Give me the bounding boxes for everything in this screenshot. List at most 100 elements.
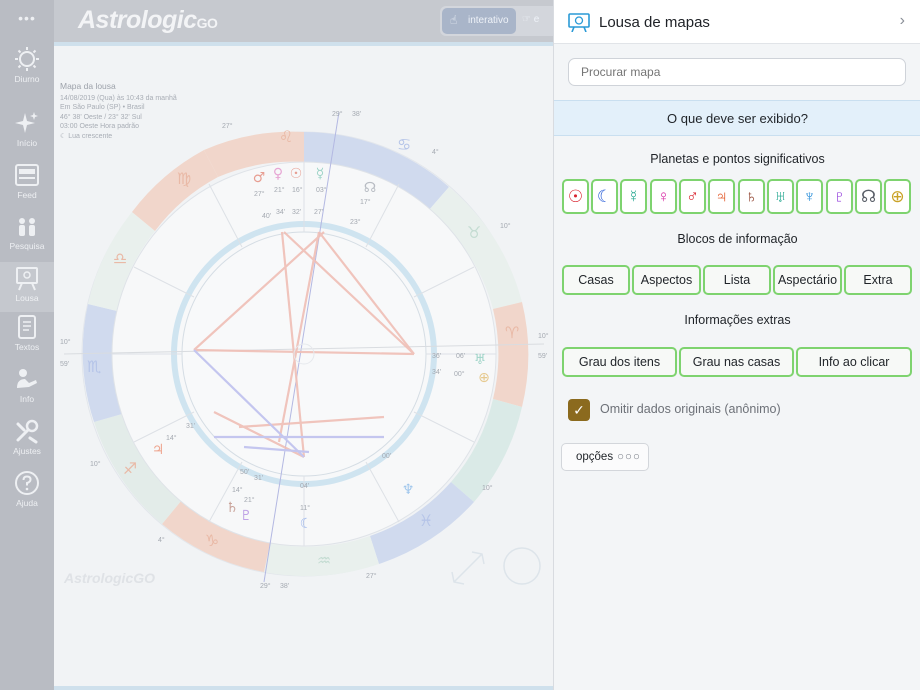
pluto-icon: ♇ (240, 508, 253, 524)
toggle-fortune[interactable]: ⊕ (884, 179, 911, 214)
planet-minute-label: 40' (262, 213, 271, 220)
help-icon (15, 471, 39, 495)
sidebar-item-diurno[interactable]: Diurno (0, 46, 54, 84)
planet-minute-label: 06' (456, 353, 465, 360)
block-extra-button[interactable]: Extra (844, 265, 912, 295)
options-button[interactable]: opções ○○○ (561, 443, 649, 471)
ic-minute-label: 59' (538, 353, 547, 360)
planet-minute-label: 00' (382, 453, 391, 460)
mc-minute-label: 59' (60, 361, 69, 368)
mode-other-button[interactable]: ☞ e (522, 14, 539, 25)
sidebar-item-textos[interactable]: Textos (0, 314, 54, 352)
chart-watermark: AstrologicGO (64, 570, 156, 586)
anonymous-option[interactable]: ✓ Omitir dados originais (anônimo) (568, 398, 908, 422)
sparkle-icon (15, 112, 38, 133)
extra-info-clicar-button[interactable]: Info ao clicar (796, 347, 912, 377)
more-dots-icon: ○○○ (617, 451, 641, 463)
toggle-pluto[interactable]: ♇ (826, 179, 853, 214)
cusp-degree-label: 10° (482, 484, 493, 492)
planet-degree-label: 00° (454, 370, 465, 378)
mode-interativo-button[interactable]: ☝ interativo (442, 8, 516, 34)
toggle-mercury[interactable]: ☿ (620, 179, 647, 214)
planet-degree-label: 27° (254, 190, 265, 198)
extra-grau-itens-button[interactable]: Grau dos itens (562, 347, 677, 377)
mercury-icon: ☿ (316, 166, 325, 182)
fortune-icon: ⊕ (890, 187, 905, 206)
astrology-wheel[interactable]: 29° 38' 29° 38' 10° 59' 10° 59' 27° 4° 1… (54, 42, 554, 690)
venus-icon: ♀ (657, 187, 670, 206)
block-aspectario-button[interactable]: Aspectário (773, 265, 842, 295)
planet-minute-label: 50' (240, 469, 249, 476)
planet-degree-label: 17° (360, 198, 371, 206)
asc-degree-label: 29° (332, 110, 343, 118)
planet-minute-label: 27' (314, 209, 323, 216)
sidebar-item-label: Lousa (15, 293, 39, 303)
display-options-header: O que deve ser exibido? (554, 100, 920, 136)
saturn-icon: ♄ (745, 187, 758, 206)
sidebar-item-label: Ajustes (13, 446, 41, 456)
easel-icon (16, 267, 38, 291)
search-chart-input[interactable] (568, 58, 906, 86)
libra-icon: ♎ (113, 249, 127, 268)
asc-minute-label: 38' (352, 111, 361, 118)
toggle-node[interactable]: ☊ (855, 179, 882, 214)
sidebar-item-pesquisa[interactable]: Pesquisa (0, 213, 54, 251)
neptune-icon: ♆ (402, 482, 415, 498)
sidebar-item-lousa[interactable]: Lousa (0, 262, 54, 312)
cancer-icon: ♋ (397, 135, 411, 154)
toggle-venus[interactable]: ♀ (650, 179, 677, 214)
taurus-icon: ♉ (467, 223, 481, 242)
sidebar-item-ajustes[interactable]: Ajustes (0, 418, 54, 456)
mercury-icon: ☿ (627, 187, 640, 206)
chart-canvas[interactable]: Mapa da lousa 14/08/2019 (Qua) às 10:43 … (54, 42, 554, 690)
sidebar-item-label: Pesquisa (9, 241, 45, 251)
sidebar-item-feed[interactable]: Feed (0, 162, 54, 200)
toggle-uranus[interactable]: ♅ (767, 179, 794, 214)
block-casas-button[interactable]: Casas (562, 265, 630, 295)
mars-icon: ♂ (686, 187, 699, 206)
node-icon: ☊ (860, 187, 877, 206)
neptune-icon: ♆ (803, 187, 816, 206)
anonymous-checkbox[interactable]: ✓ (568, 399, 590, 421)
extra-grau-casas-button[interactable]: Grau nas casas (679, 347, 794, 377)
pisces-icon: ♓ (419, 511, 433, 530)
block-aspectos-button[interactable]: Aspectos (632, 265, 701, 295)
app-logo: AstrologicGO (78, 6, 218, 34)
moon-icon: ☾ (596, 187, 613, 206)
sidebar: ••• Diurno Início Feed Pesquisa Lousa Te… (0, 0, 54, 690)
more-icon[interactable]: ••• (0, 10, 54, 26)
ic-degree-label: 10° (538, 332, 549, 340)
cusp-degree-label: 27° (366, 572, 377, 580)
planet-toggle-row: ☉ ☾ ☿ ♀ ♂ ♃ ♄ ♅ ♆ ♇ ☊ ⊕ (562, 179, 914, 215)
cusp-degree-label: 4° (432, 148, 439, 156)
canvas-bottom-border (54, 686, 554, 690)
planet-degree-label: 11° (300, 504, 310, 512)
planet-degree-label: 21° (244, 496, 255, 504)
dsc-minute-label: 38' (280, 583, 289, 590)
sidebar-item-info[interactable]: Info (0, 366, 54, 404)
sidebar-item-ajuda[interactable]: Ajuda (0, 470, 54, 508)
sidebar-item-inicio[interactable]: Início (0, 110, 54, 148)
moon-icon: ☾ (300, 516, 313, 532)
scorpio-icon: ♏ (87, 357, 101, 376)
toggle-neptune[interactable]: ♆ (796, 179, 823, 214)
fortune-icon: ⊕ (478, 370, 490, 386)
mars-icon: ♂ (253, 170, 266, 186)
chevron-right-icon[interactable]: › (900, 12, 905, 30)
compass-icon (503, 547, 541, 585)
toggle-mars[interactable]: ♂ (679, 179, 706, 214)
toggle-saturn[interactable]: ♄ (738, 179, 765, 214)
cusp-degree-label: 4° (158, 536, 165, 544)
toggle-moon[interactable]: ☾ (591, 179, 618, 214)
sidebar-item-label: Textos (14, 342, 40, 352)
planet-minute-label: 32' (292, 209, 301, 216)
block-lista-button[interactable]: Lista (703, 265, 771, 295)
dsc-degree-label: 29° (260, 582, 271, 590)
planet-minute-label: 04' (300, 483, 309, 490)
toggle-sun[interactable]: ☉ (562, 179, 589, 214)
aquarius-icon: ♒ (317, 551, 331, 570)
planet-degree-label: 14° (166, 434, 177, 442)
planets-section-title: Planetas e pontos significativos (650, 152, 825, 166)
jupiter-icon: ♃ (152, 442, 165, 458)
toggle-jupiter[interactable]: ♃ (708, 179, 735, 214)
